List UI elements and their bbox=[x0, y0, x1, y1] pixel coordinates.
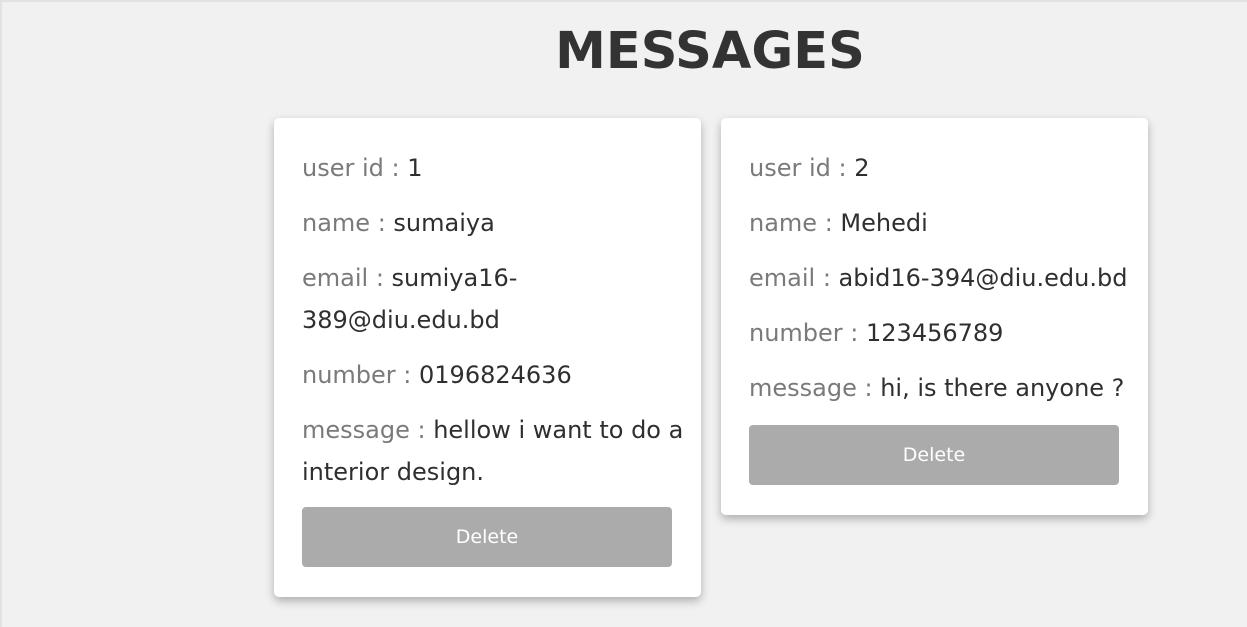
email-field: email : abid16-394@diu.edu.bd bbox=[749, 257, 1139, 299]
name-field: name : sumaiya bbox=[302, 202, 677, 244]
name-label: name : bbox=[749, 209, 841, 237]
message-card: user id : 1 name : sumaiya email : sumiy… bbox=[274, 118, 701, 597]
delete-button[interactable]: Delete bbox=[749, 425, 1119, 485]
name-label: name : bbox=[302, 209, 394, 237]
user-id-value: 1 bbox=[407, 154, 423, 182]
number-value: 0196824636 bbox=[419, 361, 572, 389]
message-label: message : bbox=[749, 374, 881, 402]
left-border bbox=[0, 0, 2, 627]
message-label: message : bbox=[302, 416, 434, 444]
user-id-label: user id : bbox=[302, 154, 408, 182]
user-id-label: user id : bbox=[749, 154, 855, 182]
top-border bbox=[0, 0, 1247, 2]
page-title: MESSAGES bbox=[555, 22, 865, 81]
email-label: email : bbox=[749, 264, 839, 292]
number-label: number : bbox=[302, 361, 420, 389]
number-field: number : 0196824636 bbox=[302, 354, 677, 396]
delete-button[interactable]: Delete bbox=[302, 507, 672, 567]
message-value: hi, is there anyone ? bbox=[880, 374, 1125, 402]
user-id-field: user id : 1 bbox=[302, 147, 677, 189]
name-field: name : Mehedi bbox=[749, 202, 1124, 244]
email-label: email : bbox=[302, 264, 392, 292]
message-field: message : hi, is there anyone ? bbox=[749, 367, 1139, 409]
number-value: 123456789 bbox=[866, 319, 1004, 347]
number-field: number : 123456789 bbox=[749, 312, 1124, 354]
email-field: email : sumiya16-389@diu.edu.bd bbox=[302, 257, 562, 341]
message-field: message : hellow i want to do a interior… bbox=[302, 409, 687, 493]
user-id-value: 2 bbox=[854, 154, 870, 182]
name-value: sumaiya bbox=[393, 209, 495, 237]
user-id-field: user id : 2 bbox=[749, 147, 1124, 189]
number-label: number : bbox=[749, 319, 867, 347]
email-value: abid16-394@diu.edu.bd bbox=[838, 264, 1128, 292]
message-card: user id : 2 name : Mehedi email : abid16… bbox=[721, 118, 1148, 515]
name-value: Mehedi bbox=[840, 209, 928, 237]
